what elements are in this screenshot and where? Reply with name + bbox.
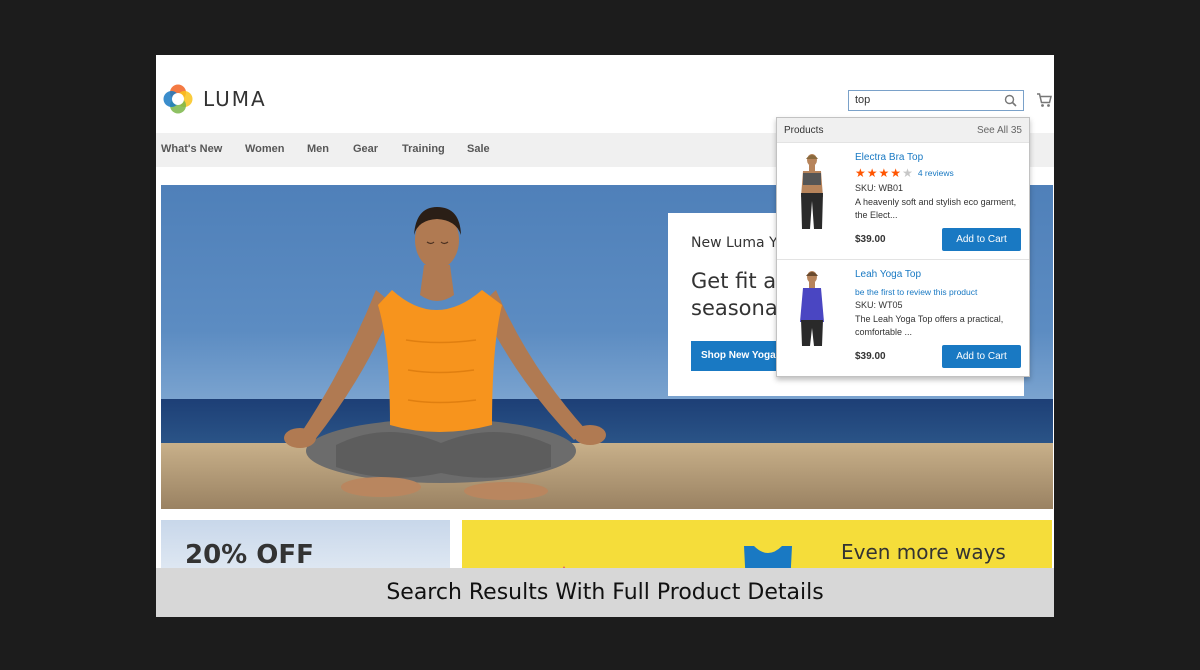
product-price: $39.00: [855, 351, 886, 362]
autocomplete-header: Products See All 35: [777, 118, 1029, 143]
product-thumbnail[interactable]: [795, 153, 829, 231]
nav-item-men[interactable]: Men: [307, 143, 329, 155]
see-all-link[interactable]: See All 35: [977, 125, 1022, 136]
luma-logo-icon: [163, 84, 193, 114]
logo-text: LUMA: [203, 87, 267, 111]
reviews-link[interactable]: 4 reviews: [918, 168, 954, 178]
search-input[interactable]: [855, 94, 995, 106]
star-empty-icon: ★: [902, 166, 913, 180]
star-icon: ★: [890, 166, 902, 180]
promo-eyebrow: New Luma Y: [691, 235, 778, 251]
product-sku: SKU: WT05: [855, 300, 903, 310]
star-icon: ★: [878, 166, 890, 180]
search-icon[interactable]: [1004, 94, 1017, 107]
autocomplete-product[interactable]: Leah Yoga Top be the first to review thi…: [777, 259, 1029, 374]
storefront-window: LUMA What's New Women Men Gear Training …: [156, 55, 1054, 617]
nav-item-whats-new[interactable]: What's New: [161, 143, 222, 155]
sale-banner-text: 20% OFF: [185, 540, 314, 570]
product-price: $39.00: [855, 234, 886, 245]
nav-item-sale[interactable]: Sale: [467, 143, 490, 155]
product-sku: SKU: WB01: [855, 183, 904, 193]
nav-item-training[interactable]: Training: [402, 143, 445, 155]
nav-item-gear[interactable]: Gear: [353, 143, 378, 155]
product-description: The Leah Yoga Top offers a practical, co…: [855, 314, 1004, 337]
product-thumbnail[interactable]: [795, 270, 829, 348]
star-icon: ★: [866, 166, 878, 180]
autocomplete-title: Products: [784, 125, 824, 136]
product-name-link[interactable]: Electra Bra Top: [855, 152, 923, 163]
promo-banner-text: Even more ways: [841, 540, 1006, 564]
first-review-link[interactable]: be the first to review this product: [855, 287, 977, 297]
star-icon: ★: [855, 166, 866, 180]
hero-model-image: [284, 207, 606, 500]
product-name-link[interactable]: Leah Yoga Top: [855, 269, 921, 280]
add-to-cart-button[interactable]: Add to Cart: [942, 228, 1021, 251]
caption-bar: Search Results With Full Product Details: [156, 568, 1054, 617]
cart-icon[interactable]: [1036, 92, 1052, 108]
product-rating: ★ ★ ★ ★ ★ 4 reviews: [855, 167, 954, 179]
add-to-cart-button[interactable]: Add to Cart: [942, 345, 1021, 368]
search-autocomplete-dropdown: Products See All 35 Electra Bra Top ★ ★ …: [776, 117, 1030, 377]
luma-logo[interactable]: LUMA: [162, 83, 267, 115]
product-description: A heavenly soft and stylish eco garment,…: [855, 197, 1017, 220]
search-box[interactable]: [848, 90, 1024, 111]
autocomplete-product[interactable]: Electra Bra Top ★ ★ ★ ★ ★ 4 reviews SKU:…: [777, 143, 1029, 257]
nav-item-women[interactable]: Women: [245, 143, 285, 155]
